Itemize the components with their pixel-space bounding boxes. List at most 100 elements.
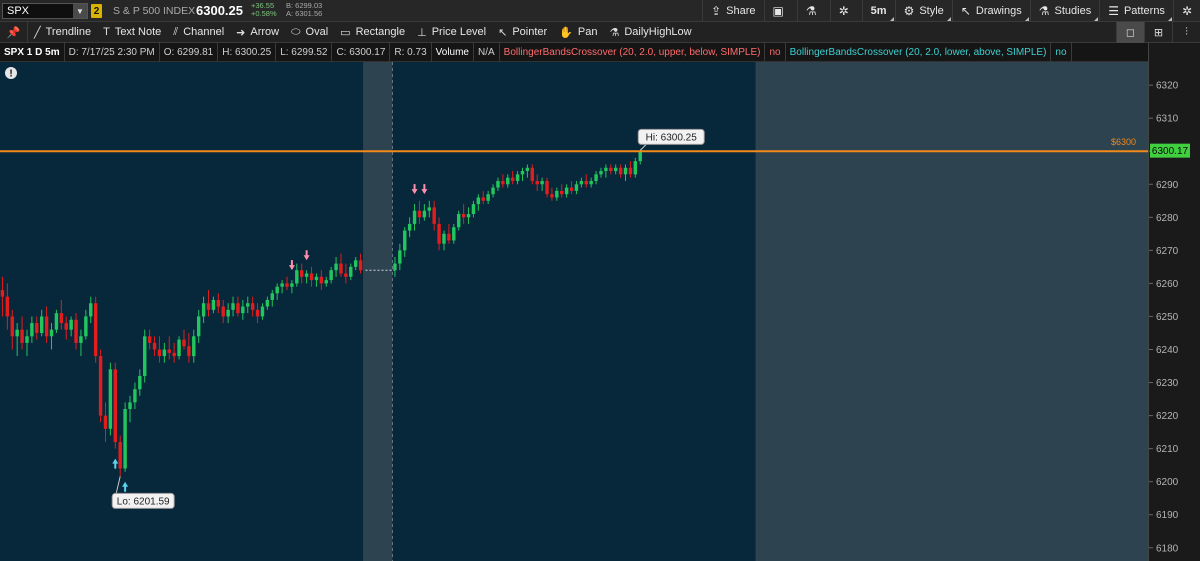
- link-badge[interactable]: 2: [91, 4, 102, 18]
- axis-tick-label: 6280: [1156, 213, 1179, 224]
- bar-low: L: 6299.52: [276, 43, 333, 61]
- chevron-down-icon[interactable]: ▼: [73, 4, 87, 18]
- candle-body: [250, 303, 255, 310]
- timeframe-button[interactable]: 5m: [861, 0, 895, 22]
- share-button[interactable]: ⇪ Share: [702, 0, 763, 22]
- candle-body: [35, 323, 39, 333]
- tool-dailyhighlow[interactable]: ⚗ DailyHighLow: [603, 22, 697, 43]
- candle-body: [535, 180, 539, 185]
- single-layout-button[interactable]: ◻: [1116, 22, 1144, 43]
- cursor-icon: ↖: [960, 4, 971, 18]
- candle-body: [476, 197, 481, 205]
- settings-button[interactable]: ✲: [829, 0, 862, 22]
- axis-tick-label: 6200: [1156, 477, 1179, 488]
- candle-body: [304, 273, 309, 277]
- tool-label: Price Level: [431, 26, 487, 38]
- chart-settings-button[interactable]: ✲: [1172, 0, 1200, 22]
- candle-body: [196, 316, 201, 337]
- style-icon: ⚙: [903, 4, 915, 18]
- drawings-button[interactable]: ↖ Drawings: [951, 0, 1030, 22]
- candle-body: [44, 316, 49, 337]
- candle-body: [113, 369, 118, 443]
- candle-body: [128, 402, 132, 409]
- volume-label[interactable]: Volume: [432, 43, 474, 61]
- studies-label: Studies: [1054, 5, 1092, 17]
- candle-body: [530, 167, 535, 181]
- current-price-label: 6300.17: [1152, 146, 1189, 157]
- candle-body: [152, 342, 157, 350]
- style-button[interactable]: ⚙ Style: [894, 0, 952, 22]
- tool-arrow[interactable]: ➜ Arrow: [230, 22, 285, 43]
- grid-layout-button[interactable]: ⊞: [1144, 22, 1172, 43]
- candle-body: [69, 319, 73, 330]
- chart-type-button[interactable]: ⫶: [1172, 22, 1200, 43]
- tool-pan[interactable]: ✋ Pan: [553, 22, 603, 43]
- candle-body: [604, 167, 608, 172]
- symbol-input[interactable]: SPX ▼: [2, 3, 88, 19]
- tool-text-note[interactable]: T Text Note: [97, 22, 167, 43]
- arrow-icon: ➜: [236, 26, 246, 39]
- candle-body: [432, 207, 436, 224]
- studies-button[interactable]: ⚗ Studies: [1029, 0, 1099, 22]
- patterns-button[interactable]: ☰ Patterns: [1099, 0, 1173, 22]
- tool-label: Trendline: [45, 26, 92, 38]
- tool-price-level[interactable]: ⊥ Price Level: [411, 22, 492, 43]
- bar-close: C: 6300.17: [332, 43, 391, 61]
- candle-body: [623, 167, 628, 175]
- flask-button[interactable]: ⚗: [796, 0, 830, 22]
- tool-oval[interactable]: ⬭ Oval: [285, 22, 334, 43]
- price-axis[interactable]: 6180 6190 6200 6210 6220 6230 6240 6250 6260 6270…: [1148, 43, 1200, 561]
- candle-body: [491, 187, 495, 195]
- candle-body: [226, 309, 230, 317]
- pin-button[interactable]: 📌: [0, 21, 28, 43]
- axis-tick-label: 6240: [1156, 345, 1179, 356]
- candle-body: [334, 263, 338, 271]
- candle-body: [246, 303, 250, 307]
- tool-label: Pointer: [512, 26, 548, 38]
- header-actions: ⇪ Share ▣ ⚗ ✲ 5m ⚙ Style ↖ Drawings ⚗ St…: [702, 0, 1200, 22]
- chart-area[interactable]: $6300 Hi: 6300.25 Lo: 6201.59!: [0, 62, 1148, 561]
- price-axis-svg: 6180 6190 6200 6210 6220 6230 6240 6250 6260 6270…: [1149, 81, 1190, 554]
- study-upper-crossover[interactable]: BollingerBandsCrossover (20, 2.0, upper,…: [500, 43, 766, 61]
- candle-body: [187, 346, 191, 357]
- calendar-button[interactable]: ▣: [763, 0, 797, 22]
- candle-body: [618, 167, 623, 175]
- candle-body: [290, 283, 294, 287]
- bar-date: D: 7/17/25 2:30 PM: [65, 43, 160, 61]
- candle-body: [84, 316, 88, 337]
- candle-body: [540, 180, 544, 185]
- style-label: Style: [919, 5, 944, 17]
- tool-channel[interactable]: ⫽ Channel: [167, 22, 230, 43]
- candle-body: [560, 190, 564, 195]
- candle-body: [79, 336, 83, 343]
- candle-body: [216, 299, 221, 307]
- candle-body: [123, 408, 127, 469]
- chart-title[interactable]: SPX 1 D 5m: [0, 43, 65, 61]
- candle-body: [452, 227, 456, 241]
- top-header: SPX ▼ 2 S & P 500 INDEX 6300.25 +36.55 +…: [0, 0, 1200, 22]
- candlestick-chart[interactable]: $6300 Hi: 6300.25 Lo: 6201.59!: [0, 62, 1148, 561]
- hi-marker-label: Hi: 6300.25: [646, 132, 698, 143]
- corner-menu-icon: [946, 17, 951, 21]
- study-lower-crossover[interactable]: BollingerBandsCrossover (20, 2.0, lower,…: [786, 43, 1052, 61]
- tool-rectangle[interactable]: ▭ Rectangle: [334, 22, 411, 43]
- candle-body: [412, 210, 417, 224]
- candle-body: [584, 180, 588, 185]
- tool-trendline[interactable]: ╱ Trendline: [28, 22, 97, 43]
- candle-body: [456, 214, 461, 228]
- candle-body: [260, 306, 265, 317]
- candle-body: [574, 184, 579, 191]
- candle-body: [39, 316, 44, 333]
- candle-body: [525, 167, 530, 172]
- candle-body: [59, 313, 64, 324]
- tool-pointer[interactable]: ↖ Pointer: [492, 22, 553, 43]
- candle-body: [569, 187, 574, 191]
- candle-body: [447, 233, 451, 241]
- candle-body: [231, 303, 235, 310]
- candle-body: [118, 442, 122, 469]
- bar-high: H: 6300.25: [218, 43, 277, 61]
- axis-tick-label: 6220: [1156, 411, 1179, 422]
- flask-icon: ⚗: [1038, 4, 1050, 18]
- gear-icon: ✲: [1181, 4, 1192, 18]
- patterns-icon: ☰: [1108, 4, 1119, 18]
